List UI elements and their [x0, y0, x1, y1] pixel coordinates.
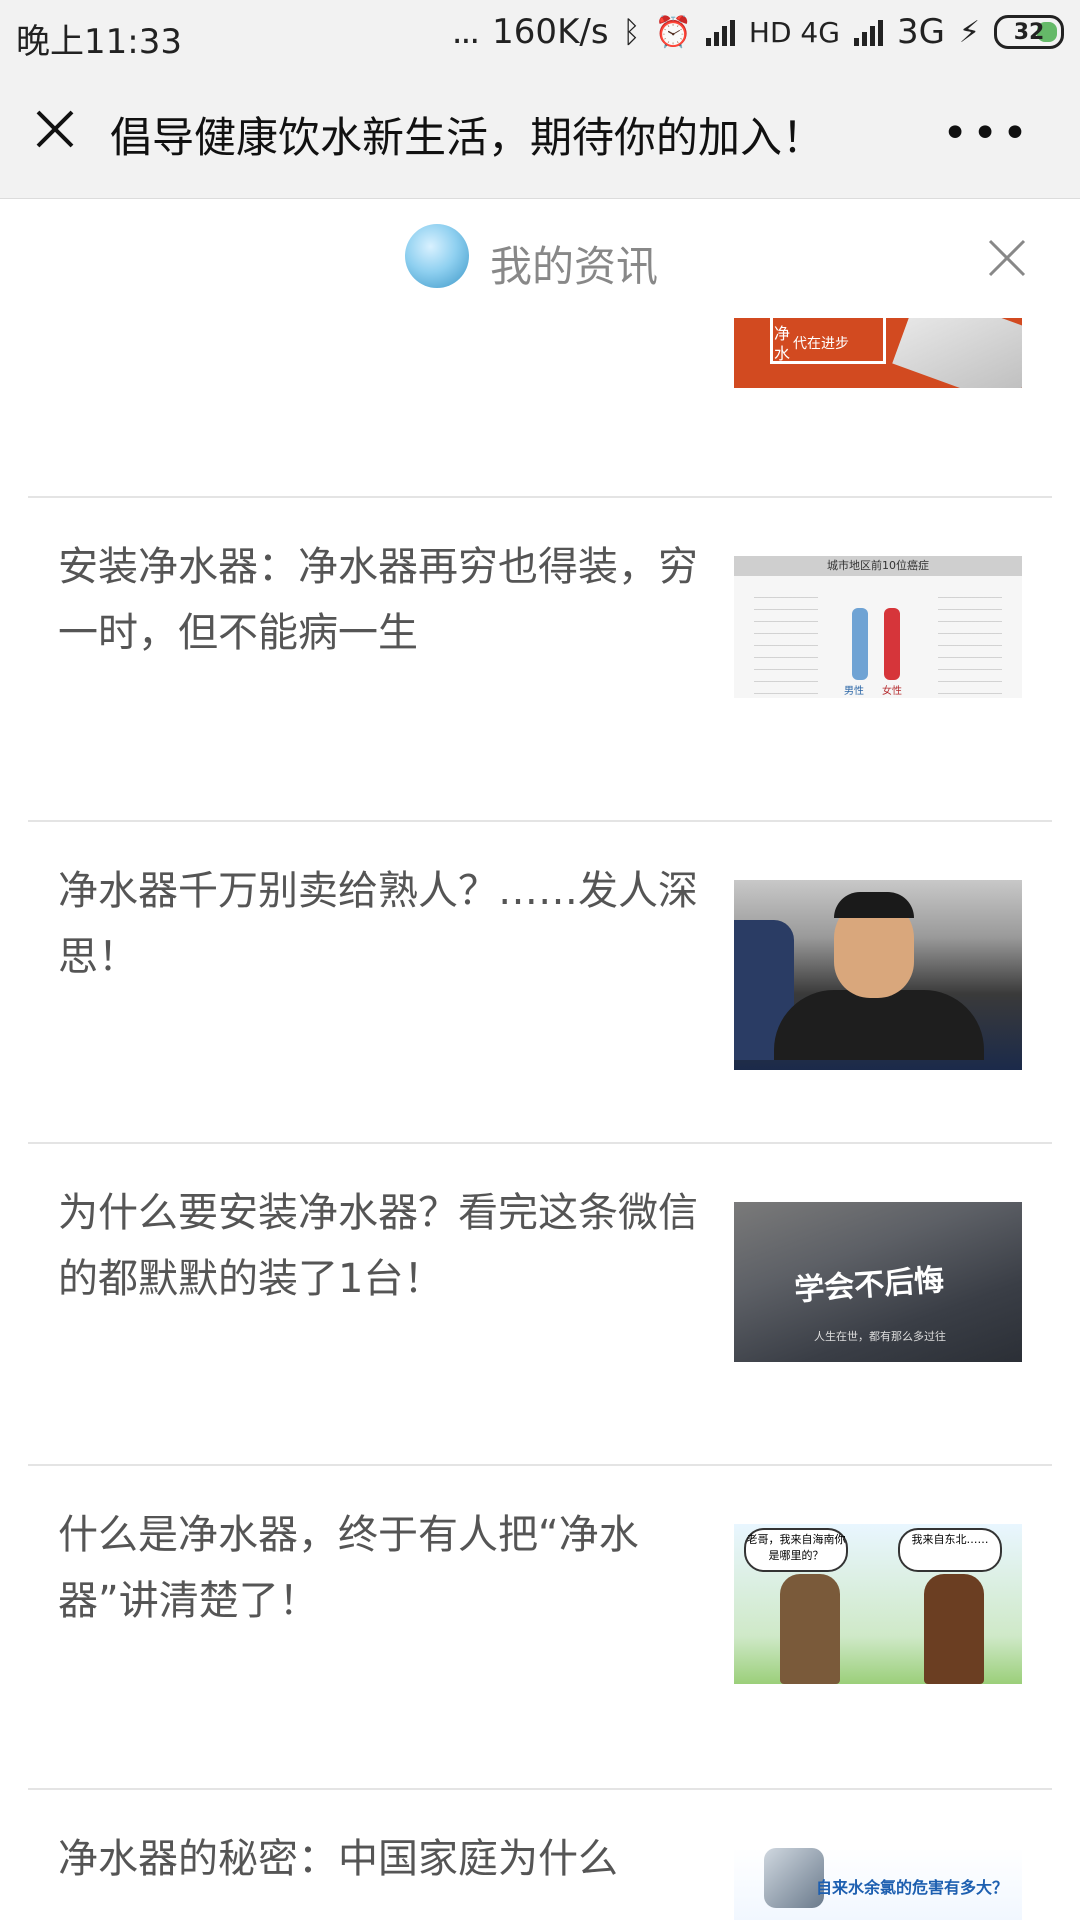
signal-icon-2: [853, 18, 883, 46]
cartoon-tree: [924, 1574, 984, 1684]
thumb-subcaption: 人生在世，都有那么多过往: [814, 1330, 946, 1343]
article-thumbnail: 老哥，我来自海南你是哪里的？ 我来自东北……: [734, 1524, 1022, 1684]
photo-hair: [834, 892, 914, 918]
more-dots: ...: [451, 12, 480, 52]
chart-male-label: 男性: [844, 686, 864, 697]
photo-person: [774, 990, 984, 1060]
article-title: 净水器千万别卖给熟人？……发人深思！: [58, 868, 698, 980]
thumb-text: 水: [774, 344, 791, 363]
network-4g-label: HD 4G: [748, 15, 840, 49]
network-3g-label: 3G: [896, 12, 945, 52]
article-title: 安装净水器：净水器再穷也得装，穷一时，但不能病一生: [58, 544, 698, 656]
charging-icon: ⚡: [958, 14, 980, 50]
chart-title: 城市地区前10位癌症: [827, 559, 929, 572]
network-speed: 160K/s: [492, 12, 609, 52]
article-title: 什么是净水器，终于有人把“净水器”讲清楚了！: [58, 1512, 639, 1624]
speech-bubble: 我来自东北……: [898, 1528, 1002, 1572]
close-icon[interactable]: [30, 104, 80, 154]
battery-icon: 32: [994, 15, 1064, 49]
chart-female-label: 女性: [882, 686, 902, 697]
status-time: 晚上11:33: [16, 22, 182, 62]
status-indicators: ... 160K/s ᛒ ⏰ HD 4G 3G ⚡ 32: [452, 12, 1064, 52]
keyboard-image: [892, 318, 1022, 388]
chart-list-left: [754, 586, 818, 696]
list-item[interactable]: 什么是净水器，终于有人把“净水器”讲清楚了！ 老哥，我来自海南你是哪里的？ 我来…: [0, 1466, 1080, 1788]
article-thumbnail: 代在进步 净 水: [734, 318, 1022, 388]
article-title: 净水器的秘密：中国家庭为什么: [58, 1836, 618, 1882]
article-thumbnail: 学会不后悔 人生在世，都有那么多过往: [734, 1202, 1022, 1362]
signal-icon: [705, 18, 735, 46]
battery-level: 32: [1013, 19, 1045, 45]
list-item[interactable]: 安装净水器：净水器再穷也得装，穷一时，但不能病一生 城市地区前10位癌症 男性 …: [0, 498, 1080, 820]
female-figure: [884, 608, 900, 680]
article-thumbnail: 城市地区前10位癌症 男性 女性: [734, 556, 1022, 698]
alarm-icon: ⏰: [654, 14, 692, 50]
list-item[interactable]: 代在进步 净 水: [0, 260, 1080, 500]
status-bar: 晚上11:33 ... 160K/s ᛒ ⏰ HD 4G 3G ⚡ 32: [0, 0, 1080, 68]
chart-title-bar: 城市地区前10位癌症: [734, 556, 1022, 576]
chart-list-right: [938, 586, 1002, 696]
thumb-caption: 自来水余氯的危害有多大？: [816, 1878, 1009, 1897]
article-thumbnail: 自来水余氯的危害有多大？: [734, 1848, 1022, 1920]
list-item[interactable]: 净水器的秘密：中国家庭为什么 自来水余氯的危害有多大？: [0, 1790, 1080, 1920]
title-bar: 倡导健康饮水新生活，期待你的加入！ •••: [0, 68, 1080, 199]
more-icon[interactable]: •••: [942, 108, 1032, 159]
speech-bubble: 老哥，我来自海南你是哪里的？: [744, 1528, 848, 1572]
cartoon-tree: [780, 1574, 840, 1684]
article-title: 为什么要安装净水器？看完这条微信的都默默的装了1台！: [58, 1190, 698, 1302]
thumb-caption: 学会不后悔: [793, 1262, 946, 1309]
male-figure: [852, 608, 868, 680]
faucet-image: [764, 1848, 824, 1908]
bluetooth-icon: ᛒ: [622, 14, 641, 50]
article-thumbnail: [734, 880, 1022, 1070]
list-item[interactable]: 为什么要安装净水器？看完这条微信的都默默的装了1台！ 学会不后悔 人生在世，都有…: [0, 1144, 1080, 1466]
list-item[interactable]: 净水器千万别卖给熟人？……发人深思！: [0, 822, 1080, 1144]
page-title: 倡导健康饮水新生活，期待你的加入！: [110, 113, 825, 162]
